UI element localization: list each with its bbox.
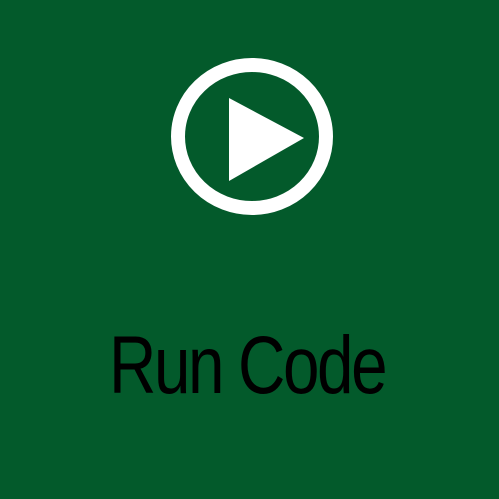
play-circle-icon xyxy=(171,58,333,215)
run-code-tile[interactable]: Run Code xyxy=(0,0,499,499)
play-circle-icon-graphic xyxy=(171,58,333,215)
tile-label: Run Code xyxy=(109,320,388,411)
play-triangle xyxy=(229,98,304,181)
